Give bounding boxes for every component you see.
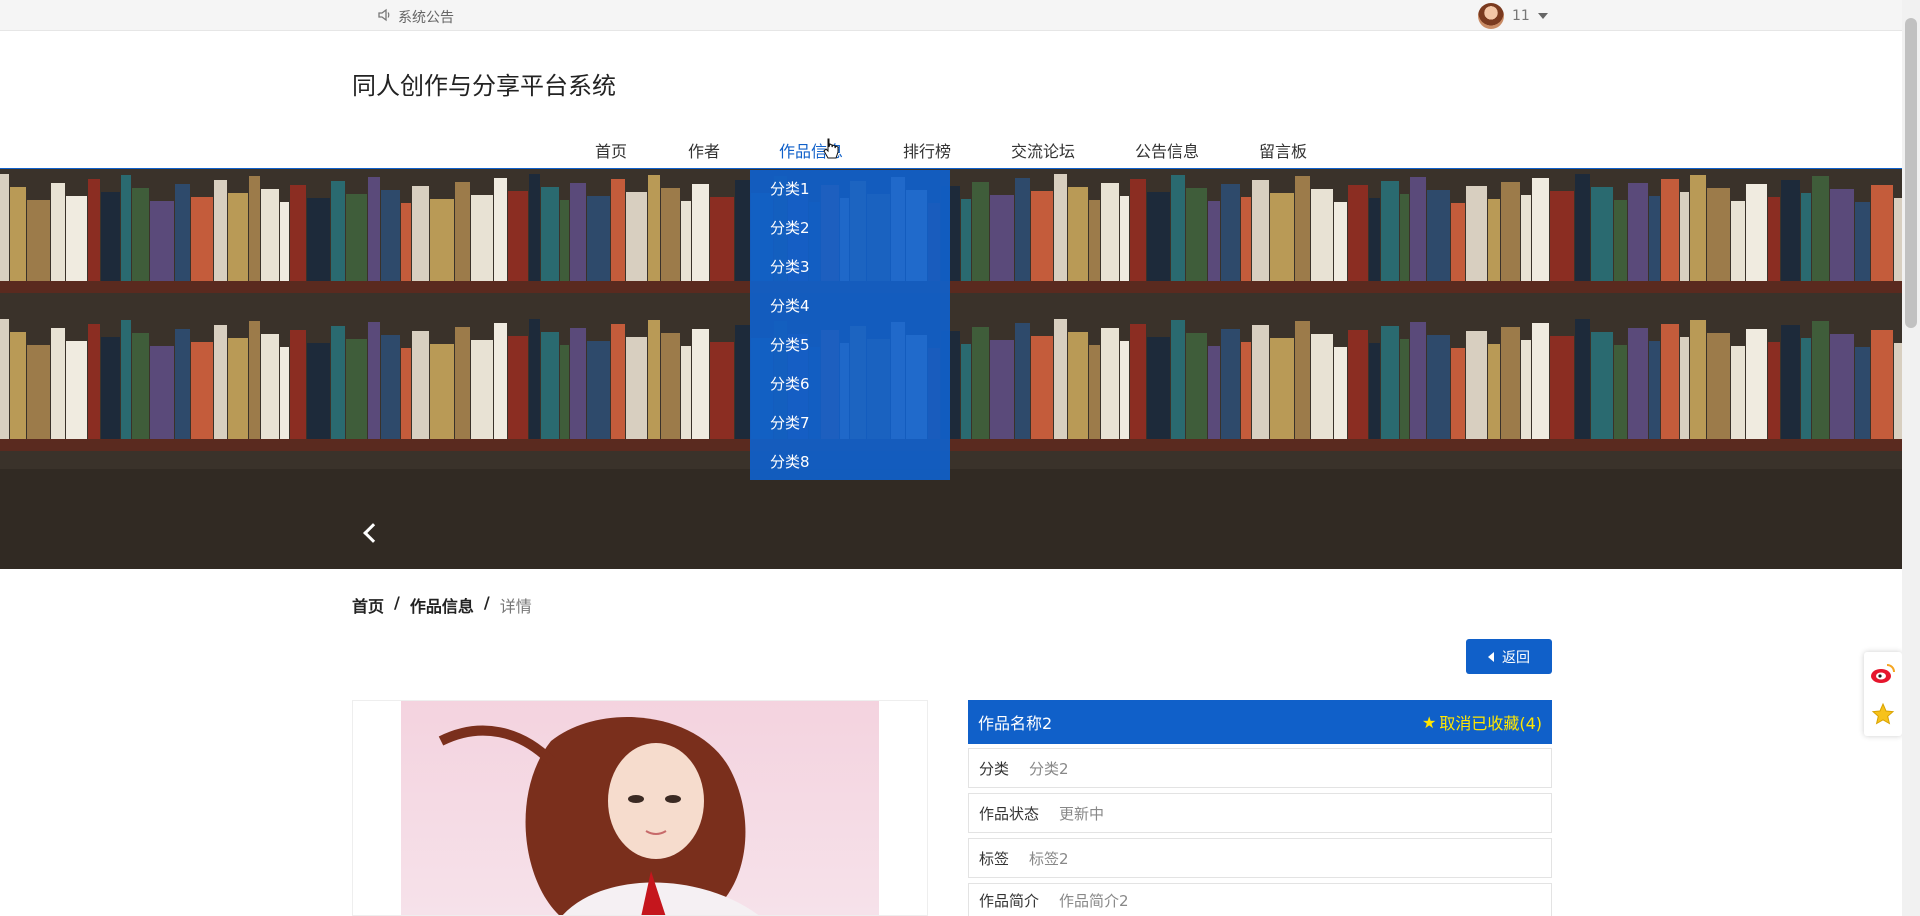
favorite-button[interactable]: ★ 取消已收藏(4) (1422, 710, 1542, 734)
breadcrumb-current: 详情 (499, 597, 532, 616)
works-dropdown-menu: 分类1 分类2 分类3 分类4 分类5 分类6 分类7 分类8 (750, 170, 950, 480)
mouse-cursor-icon (823, 138, 839, 164)
nav-item-home[interactable]: 首页 (595, 138, 627, 162)
dropdown-item-category[interactable]: 分类7 (750, 404, 950, 443)
star-favorite-icon[interactable] (1871, 702, 1895, 730)
breadcrumb-home[interactable]: 首页 (352, 593, 384, 617)
top-bar: 系统公告 11 (0, 0, 1902, 31)
back-button-label: 返回 (1502, 649, 1530, 666)
detail-row-category: 分类 分类2 (968, 748, 1552, 788)
detail-row-status: 作品状态 更新中 (968, 793, 1552, 833)
banner-carousel[interactable] (0, 169, 1902, 569)
speaker-icon (378, 8, 392, 26)
system-notice[interactable]: 系统公告 (378, 7, 454, 27)
dropdown-item-category[interactable]: 分类3 (750, 248, 950, 287)
scrollbar-thumb[interactable] (1905, 18, 1917, 328)
dropdown-item-category[interactable]: 分类5 (750, 326, 950, 365)
favorite-label: 取消已收藏(4) (1439, 714, 1542, 733)
detail-value: 标签2 (1029, 849, 1069, 868)
nav-item-authors[interactable]: 作者 (688, 138, 720, 162)
detail-key: 标签 (979, 849, 1010, 868)
nav-item-announcements[interactable]: 公告信息 (1135, 138, 1199, 162)
cover-art (401, 701, 879, 915)
detail-value: 分类2 (1029, 759, 1069, 778)
bookshelf-image (0, 169, 1902, 569)
avatar[interactable] (1478, 3, 1504, 29)
work-cover-image (352, 700, 928, 916)
breadcrumb-separator: / (483, 593, 490, 612)
work-title: 作品名称2 (978, 714, 1053, 733)
detail-key: 作品状态 (979, 804, 1040, 823)
user-menu[interactable]: 11 (1478, 3, 1548, 29)
caret-down-icon (1537, 13, 1548, 19)
work-detail-header: 作品名称2 ★ 取消已收藏(4) (968, 700, 1552, 744)
notice-label: 系统公告 (398, 10, 454, 26)
breadcrumb-works[interactable]: 作品信息 (410, 593, 474, 617)
site-title: 同人创作与分享平台系统 (352, 72, 616, 100)
breadcrumb: 首页 / 作品信息 / 详情 (352, 593, 532, 617)
detail-row-summary: 作品简介 作品简介2 (968, 883, 1552, 916)
dropdown-item-category[interactable]: 分类8 (750, 443, 950, 482)
dropdown-item-category[interactable]: 分类1 (750, 170, 950, 209)
breadcrumb-separator: / (394, 593, 400, 612)
detail-value: 作品简介2 (1059, 891, 1129, 910)
nav-item-forum[interactable]: 交流论坛 (1011, 138, 1075, 162)
detail-key: 作品简介 (979, 891, 1040, 910)
detail-key: 分类 (979, 759, 1010, 778)
detail-value: 更新中 (1059, 804, 1105, 823)
weibo-icon[interactable] (1870, 662, 1896, 688)
star-icon: ★ (1421, 712, 1437, 732)
detail-row-tags: 标签 标签2 (968, 838, 1552, 878)
nav-item-message-board[interactable]: 留言板 (1259, 138, 1307, 162)
username: 11 (1512, 8, 1530, 24)
dropdown-item-category[interactable]: 分类4 (750, 287, 950, 326)
nav-item-ranking[interactable]: 排行榜 (903, 138, 951, 162)
dropdown-item-category[interactable]: 分类6 (750, 365, 950, 404)
caret-left-icon (1488, 651, 1494, 662)
back-button[interactable]: 返回 (1466, 639, 1552, 674)
share-sidebar (1864, 652, 1902, 736)
dropdown-item-category[interactable]: 分类2 (750, 209, 950, 248)
